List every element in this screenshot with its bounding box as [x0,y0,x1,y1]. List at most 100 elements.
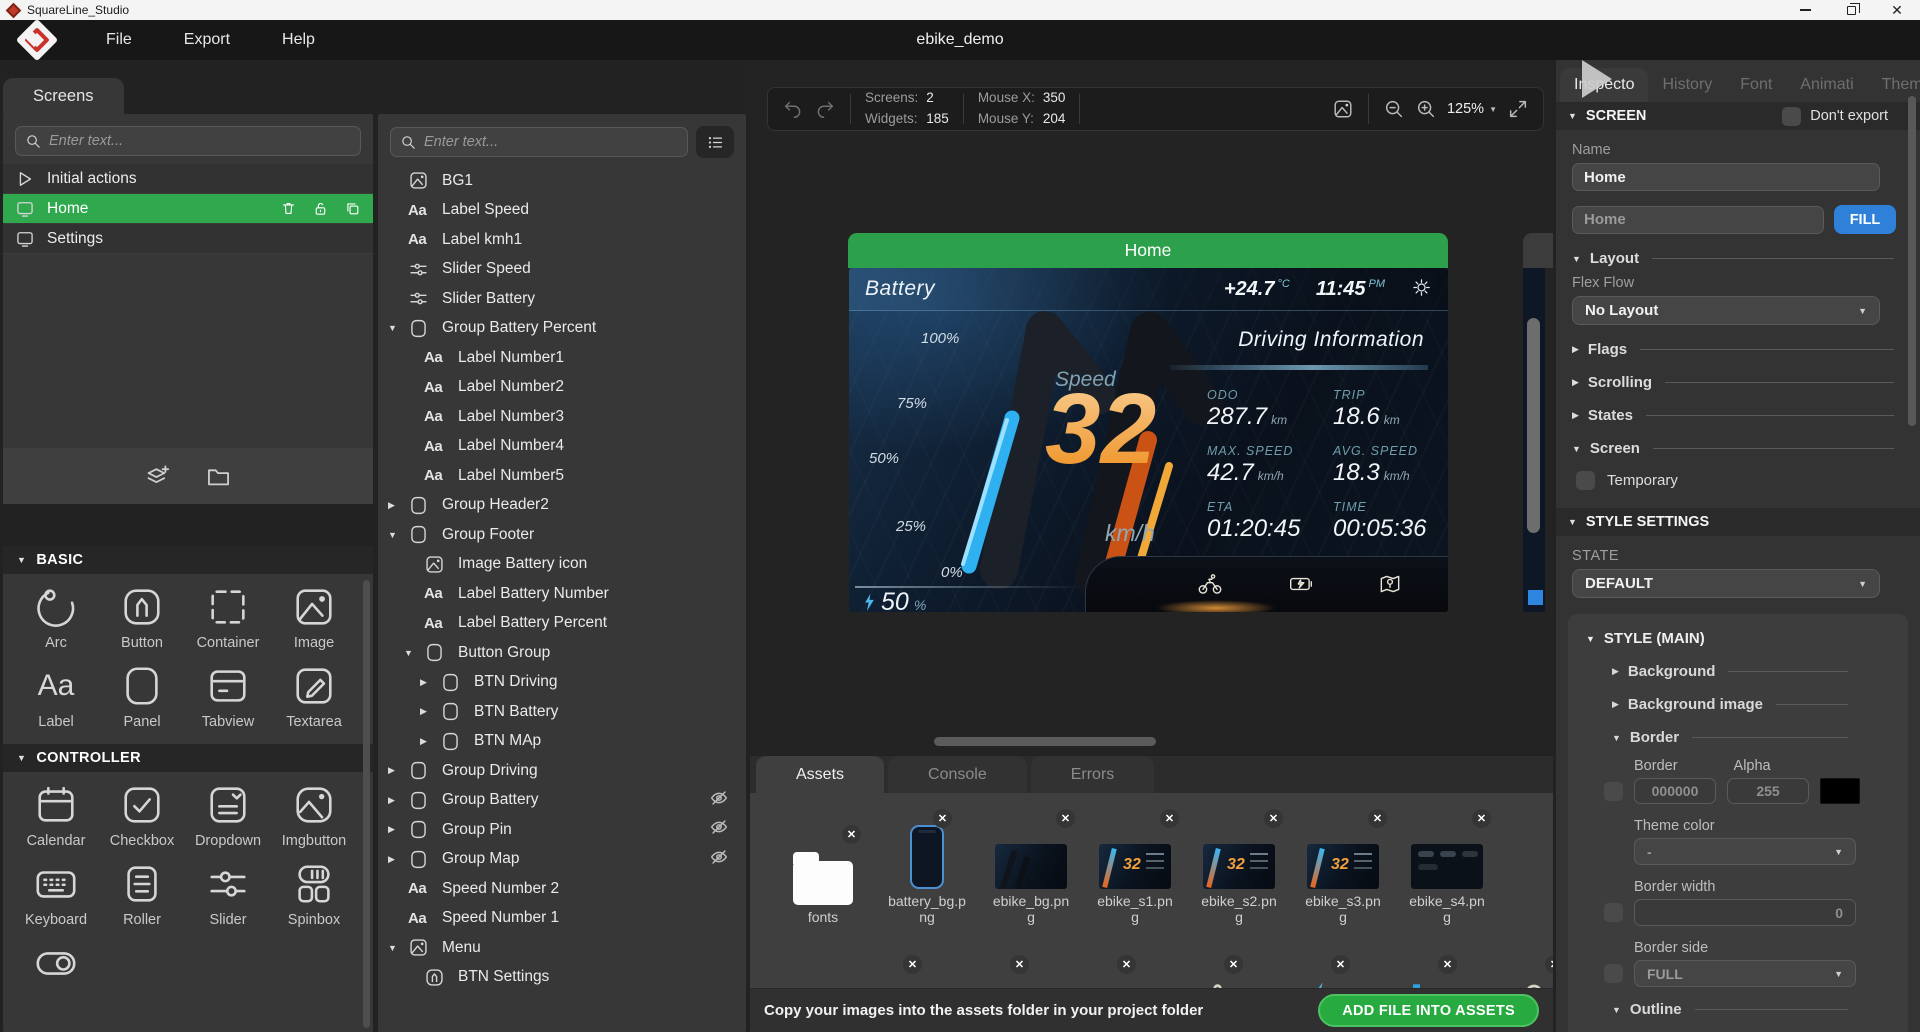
hierarchy-item[interactable]: Aa Group Driving [378,756,746,786]
expand-arrow-icon[interactable] [420,736,440,747]
widget-palette-item[interactable]: Aa Image [271,582,357,651]
hierarchy-item[interactable]: Aa Group Battery [378,786,746,816]
hierarchy-item[interactable]: Aa BTN MAp [378,727,746,757]
hierarchy-list-view-button[interactable] [696,126,734,158]
widget-palette-item[interactable]: Aa Textarea [271,661,357,730]
remove-asset-icon[interactable] [933,809,952,828]
border-color-checkbox[interactable] [1604,781,1623,801]
fill-button[interactable]: FILL [1834,205,1896,234]
remove-asset-icon[interactable] [1472,809,1491,828]
remove-asset-icon[interactable] [1264,809,1283,828]
expand-arrow-icon[interactable] [388,795,408,806]
folder-icon[interactable] [205,463,232,490]
expand-arrow-icon[interactable] [420,677,440,688]
expand-arrow-icon[interactable] [420,706,440,717]
zoom-out-icon[interactable] [1383,98,1405,120]
scrolling-section-header[interactable]: Scrolling [1572,374,1894,391]
expand-arrow-icon[interactable] [404,648,424,658]
screen-list-item[interactable]: Settings [3,224,373,254]
asset-item[interactable]: 32 ebike_s2.png [1198,809,1283,925]
hidden-eye-icon[interactable] [708,846,730,873]
zoom-level-dropdown[interactable]: 125% [1447,101,1497,117]
hierarchy-item[interactable]: Aa Group Pin [378,815,746,845]
remove-asset-icon[interactable] [1545,955,1553,974]
layout-section-header[interactable]: Layout [1572,250,1894,267]
canvas-horizontal-scrollbar[interactable] [934,737,1156,746]
expand-arrow-icon[interactable] [388,323,408,333]
screens-search-input[interactable] [49,133,351,149]
widget-palette-item[interactable]: Aa Spinbox [271,859,357,928]
tab-errors[interactable]: Errors [1030,756,1155,793]
menu-item[interactable]: Help [256,31,341,49]
tab-animation[interactable]: Animati [1786,68,1867,102]
widget-palette-item[interactable]: Aa Calendar [13,780,99,849]
widget-palette-item[interactable]: Aa Label [13,661,99,730]
hierarchy-item[interactable]: Aa Label Number4 [378,432,746,462]
remove-asset-icon[interactable] [1368,809,1387,828]
remove-asset-icon[interactable] [1160,809,1179,828]
hierarchy-item[interactable]: Aa Group Map [378,845,746,875]
screen-section-header[interactable]: SCREEN Don't export [1556,102,1920,130]
fullscreen-icon[interactable] [1507,98,1529,120]
widget-palette-item[interactable]: Aa Button [99,582,185,651]
hierarchy-item[interactable]: Aa Group Footer [378,520,746,550]
unlock-icon[interactable] [312,200,329,217]
flags-section-header[interactable]: Flags [1572,341,1894,358]
add-screen-icon[interactable] [144,463,171,490]
expand-arrow-icon[interactable] [388,500,408,511]
border-width-checkbox[interactable] [1604,903,1623,922]
canvas-area[interactable]: Screens: 2 Widgets: 185 Mouse X: 350 Mouse … [750,60,1553,755]
driving-tab-icon[interactable] [1196,571,1226,597]
asset-item[interactable]: 32 ebike_s3.png [1302,809,1387,925]
minimize-button[interactable] [1782,0,1828,20]
screen-list-item[interactable]: Initial actions [3,164,373,194]
menu-item[interactable]: File [80,31,158,49]
hierarchy-item[interactable]: Aa Slider Speed [378,255,746,285]
hierarchy-item[interactable]: Aa Label kmh1 [378,225,746,255]
remove-asset-icon[interactable] [1117,955,1136,974]
expand-arrow-icon[interactable] [388,943,408,953]
theme-color-dropdown[interactable]: - [1634,838,1856,865]
tab-console[interactable]: Console [888,756,1027,793]
border-width-input[interactable]: 0 [1634,899,1856,926]
widget-palette-item[interactable]: Aa Roller [99,859,185,928]
widget-palette-item[interactable]: Aa Checkbox [99,780,185,849]
map-tab-icon[interactable] [1376,571,1406,597]
play-preview-icon[interactable] [1582,60,1612,98]
hierarchy-item[interactable]: Aa Image Battery icon [378,550,746,580]
screen-tab-home[interactable]: Home [848,233,1448,268]
widget-palette-item[interactable]: Aa Imgbutton [271,780,357,849]
background-section-header[interactable]: Background [1612,663,1848,680]
close-button[interactable]: ✕ [1874,0,1920,20]
widget-palette-item[interactable]: Aa Container [185,582,271,651]
tab-font[interactable]: Font [1726,68,1786,102]
widget-palette-item[interactable]: Aa Keyboard [13,859,99,928]
redo-icon[interactable] [814,98,836,120]
hierarchy-item[interactable]: Aa BTN Driving [378,668,746,698]
widget-palette-item[interactable]: Aa Slider [185,859,271,928]
states-section-header[interactable]: States [1572,407,1894,424]
border-color-input[interactable]: 000000 [1634,778,1716,804]
border-color-swatch[interactable] [1820,778,1860,804]
border-section-header[interactable]: Border [1612,729,1848,746]
hierarchy-item[interactable]: Aa BTN Settings [378,963,746,993]
border-side-dropdown[interactable]: FULL [1634,960,1856,987]
remove-asset-icon[interactable] [1056,809,1075,828]
hierarchy-item[interactable]: Aa Group Battery Percent [378,314,746,344]
menu-item[interactable]: Export [158,31,256,49]
alpha-input[interactable]: 255 [1727,778,1809,804]
battery-tab-icon[interactable] [1287,571,1317,597]
style-settings-section-header[interactable]: STYLE SETTINGS [1556,508,1920,536]
dont-export-checkbox[interactable] [1782,106,1802,126]
asset-item[interactable]: 32 battery_bg.png [886,809,968,925]
remove-asset-icon[interactable] [842,825,861,845]
hierarchy-item[interactable]: Aa Menu [378,933,746,963]
hierarchy-search[interactable] [390,127,688,157]
asset-item[interactable]: 32 ebike_s4.png [1406,809,1491,925]
screen-list-item[interactable]: Home [3,194,373,224]
background-image-section-header[interactable]: Background image [1612,696,1848,713]
widget-palette-item[interactable]: Aa Tabview [185,661,271,730]
hierarchy-item[interactable]: Aa Label Number2 [378,373,746,403]
hierarchy-item[interactable]: Aa Label Battery Number [378,579,746,609]
widget-palette-item[interactable]: Aa Panel [99,661,185,730]
